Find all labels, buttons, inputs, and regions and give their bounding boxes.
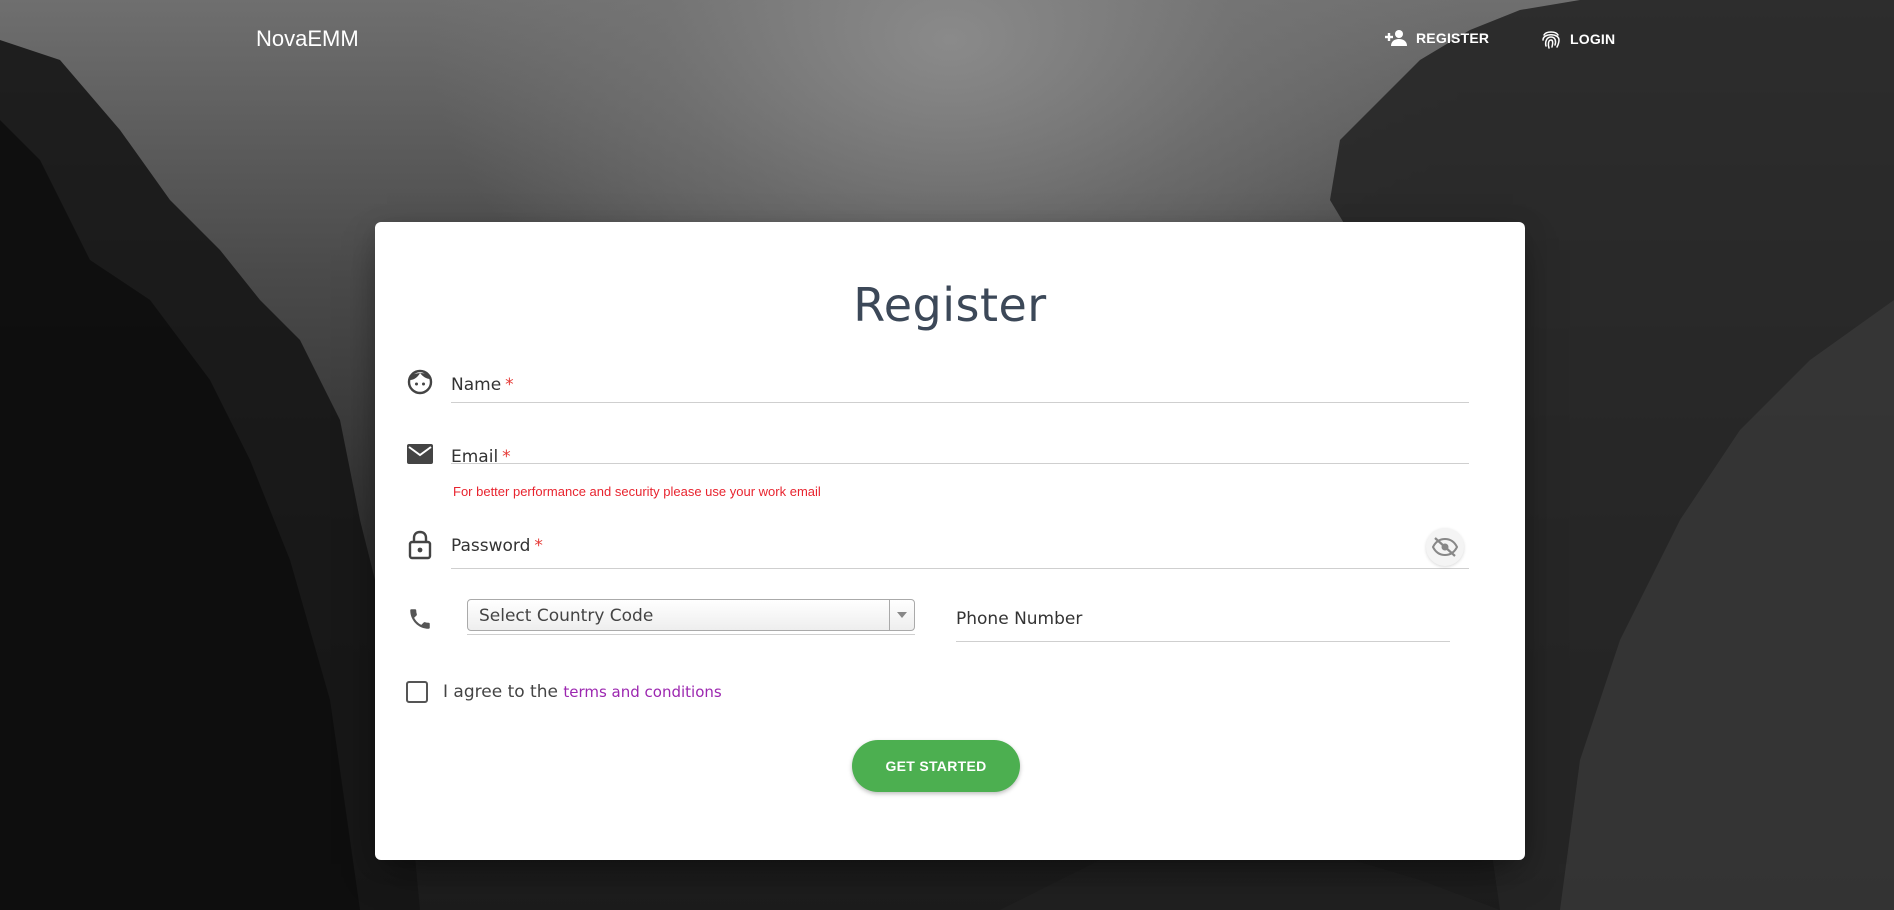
toggle-password-visibility-button[interactable] [1426, 528, 1464, 566]
password-underline [451, 568, 1469, 569]
dropdown-arrow-icon [889, 600, 914, 630]
required-mark: * [534, 536, 543, 556]
required-mark: * [502, 447, 511, 467]
person-add-icon [1385, 30, 1407, 46]
email-input[interactable]: Email * [451, 447, 511, 467]
fingerprint-icon [1542, 31, 1560, 49]
nav-login-link[interactable]: LOGIN [1540, 28, 1615, 50]
name-input[interactable]: Name * [451, 375, 514, 395]
phone-number-input[interactable]: Phone Number [956, 609, 1082, 629]
name-label: Name [451, 375, 502, 395]
nav-register-link[interactable]: REGISTER [1384, 28, 1489, 48]
email-label: Email [451, 447, 499, 467]
nav-register-label: REGISTER [1416, 30, 1490, 46]
agree-text: I agree to the [443, 682, 558, 702]
country-code-select[interactable]: Select Country Code [467, 599, 915, 631]
face-icon [407, 369, 433, 400]
terms-checkbox[interactable] [406, 681, 428, 703]
register-card: Register Name* Email* For better perfo [375, 222, 1525, 860]
phone-number-label: Phone Number [956, 609, 1083, 629]
required-mark: * [505, 375, 514, 395]
name-underline [451, 402, 1469, 403]
country-code-underline [467, 634, 915, 635]
mail-icon [407, 444, 433, 471]
email-underline [451, 463, 1469, 464]
country-code-placeholder: Select Country Code [479, 606, 654, 626]
lock-icon [407, 530, 433, 565]
terms-link[interactable]: terms and conditions [563, 683, 721, 701]
phone-underline [956, 641, 1450, 642]
terms-agreement: I agree to the terms and conditions [443, 682, 722, 702]
password-input[interactable]: Password * [451, 536, 543, 556]
get-started-button[interactable]: GET STARTED [852, 740, 1020, 792]
email-hint: For better performance and security plea… [453, 484, 821, 499]
phone-icon [407, 606, 433, 637]
password-label: Password [451, 536, 531, 556]
brand-logo[interactable]: NovaEMM [256, 26, 359, 52]
page-title: Register [853, 278, 1047, 332]
visibility-off-icon [1432, 537, 1458, 557]
top-navbar: NovaEMM REGISTER LOGIN [0, 0, 1894, 80]
nav-login-label: LOGIN [1570, 31, 1616, 47]
